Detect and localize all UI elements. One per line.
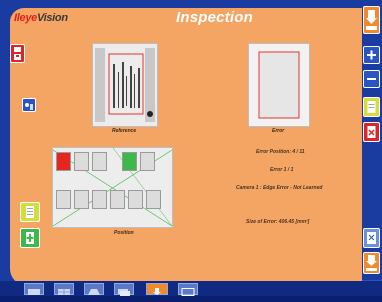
help-button[interactable] — [363, 228, 380, 248]
error-image[interactable] — [248, 43, 310, 127]
position-cell-8[interactable] — [92, 190, 107, 209]
position-cell-6[interactable] — [56, 190, 71, 209]
position-cell-2[interactable] — [74, 152, 89, 171]
position-cell-1[interactable] — [56, 152, 71, 171]
position-cell-4[interactable] — [122, 152, 137, 171]
red-save-icon — [14, 47, 21, 60]
home-active-icon — [366, 255, 377, 271]
yellow-list-icon — [26, 206, 34, 218]
zoom-in-button[interactable] — [363, 46, 380, 64]
zoom-in-icon — [367, 50, 376, 60]
list-button[interactable] — [20, 202, 40, 222]
help-icon — [367, 232, 376, 244]
inspection-button[interactable] — [146, 283, 168, 295]
delete-button[interactable] — [363, 122, 380, 142]
reference-label: Reference — [112, 128, 137, 134]
brand-logo: IleyeVision — [14, 12, 68, 24]
position-cell-7[interactable] — [74, 190, 89, 209]
position-cell-3[interactable] — [92, 152, 107, 171]
page-title: Inspection — [176, 9, 254, 26]
position-cell-11[interactable] — [146, 190, 161, 209]
position-cell-5[interactable] — [140, 152, 155, 171]
zoom-out-icon — [367, 78, 376, 80]
list-side-button[interactable] — [363, 97, 380, 117]
error-size-text: Size of Error: 406.45 [mm²] — [246, 219, 310, 225]
green-add-icon — [26, 232, 34, 244]
home-icon — [366, 10, 377, 30]
error-count-text: Error 1 / 1 — [270, 167, 294, 173]
home-button[interactable] — [363, 6, 380, 34]
position-cell-9[interactable] — [110, 190, 125, 209]
position-cell-10[interactable] — [128, 190, 143, 209]
zoom-out-button[interactable] — [363, 70, 380, 88]
grid-view-button[interactable] — [24, 283, 44, 295]
error-position-text: Error Position: 4 / 11 — [256, 149, 305, 155]
reference-image[interactable] — [92, 43, 158, 127]
stack-view-button[interactable] — [114, 283, 134, 296]
position-label: Position — [114, 230, 134, 236]
camera-settings-icon — [25, 103, 33, 110]
table-view-button[interactable] — [54, 283, 74, 295]
error-label: Error — [272, 128, 285, 134]
home-active-button[interactable] — [363, 252, 380, 274]
add-button[interactable] — [20, 228, 40, 248]
red-delete-icon — [367, 126, 376, 138]
yellow-list-icon — [367, 101, 376, 113]
camera-status-text: Camera 1 : Edge Error - Not Learned — [236, 185, 323, 191]
sheet-view-button[interactable] — [84, 283, 104, 295]
window-view-button[interactable] — [178, 283, 198, 296]
save-button[interactable] — [10, 44, 25, 63]
camera-settings-button[interactable] — [22, 98, 36, 112]
